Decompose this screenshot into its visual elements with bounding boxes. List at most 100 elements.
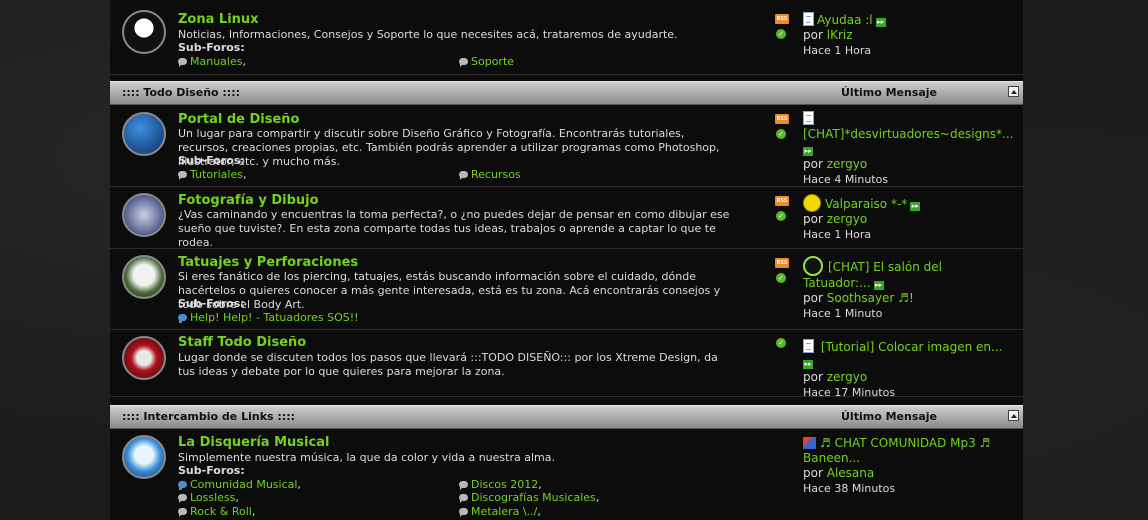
go-to-post-icon[interactable]: ▸▸ xyxy=(803,147,813,156)
document-icon xyxy=(803,111,814,125)
photoshop-icon[interactable] xyxy=(122,112,166,156)
last-post-user[interactable]: zergyo xyxy=(827,370,867,384)
speech-bubble-icon xyxy=(178,508,187,517)
subforum-link[interactable]: Metalera \../, xyxy=(459,505,541,518)
subforum-link[interactable]: Discografías Musicales, xyxy=(459,491,599,504)
last-post-user[interactable]: Alesana xyxy=(827,466,875,480)
last-post-title[interactable]: [CHAT] El salón del Tatuador:... xyxy=(803,260,942,290)
forum-title[interactable]: Fotografía y Dibujo xyxy=(178,193,319,208)
forum-row-tatuajes: Tatuajes y Perforaciones Si eres fanátic… xyxy=(110,249,1023,330)
rss-icon[interactable]: RSS xyxy=(775,258,789,268)
last-post: [CHAT] El salón del Tatuador:... ▸▸ por S… xyxy=(803,256,1013,321)
forum-row-portal-diseno: Portal de Diseño Un lugar para compartir… xyxy=(110,105,1023,187)
forum-title[interactable]: Tatuajes y Perforaciones xyxy=(178,255,358,270)
go-to-post-icon[interactable]: ▸▸ xyxy=(910,202,921,211)
last-post-user[interactable]: Soothsayer ♬! xyxy=(827,291,914,305)
last-post-column-label: Último Mensaje xyxy=(841,410,938,423)
speech-bubble-icon xyxy=(459,481,468,490)
music-note-icon[interactable] xyxy=(122,435,166,479)
checkmark-icon: ✓ xyxy=(776,129,786,139)
category-title[interactable]: :::: Todo Diseño :::: xyxy=(122,86,240,99)
forum-title[interactable]: Portal de Diseño xyxy=(178,112,299,127)
green-logo-icon xyxy=(803,256,823,276)
last-post-time: Hace 38 Minutos xyxy=(803,482,896,495)
forum-row-disqueria: La Disquería Musical Simplemente nuestra… xyxy=(110,429,1023,520)
last-post-title[interactable]: [CHAT]*desvirtuadores~designs*... xyxy=(803,127,1013,141)
subforums-label: Sub-Foros: xyxy=(178,41,245,54)
speech-bubble-icon xyxy=(178,494,187,503)
rss-icon[interactable]: RSS xyxy=(775,196,789,206)
category-header-todo-diseno: :::: Todo Diseño :::: Último Mensaje xyxy=(110,81,1023,105)
last-post-title[interactable]: Ayudaa :l xyxy=(817,13,873,27)
speech-bubble-icon xyxy=(459,58,468,67)
checkmark-icon: ✓ xyxy=(776,29,786,39)
forum-description: Simplemente nuestra música, la que da co… xyxy=(178,451,555,464)
forum-row-fotografia: Fotografía y Dibujo ¿Vas caminando y enc… xyxy=(110,187,1023,249)
subforum-link[interactable]: Recursos xyxy=(459,168,521,181)
subforum-link[interactable]: Discos 2012, xyxy=(459,478,542,491)
go-to-post-icon[interactable]: ▸▸ xyxy=(873,281,884,290)
speech-bubble-icon xyxy=(178,314,187,323)
collapse-icon[interactable] xyxy=(1008,410,1019,421)
last-post-user[interactable]: lKriz xyxy=(827,28,853,42)
subforum-link[interactable]: Rock & Roll, xyxy=(178,505,255,518)
rss-icon[interactable]: RSS xyxy=(775,14,789,24)
speech-bubble-icon xyxy=(459,171,468,180)
checkmark-icon: ✓ xyxy=(776,273,786,283)
last-post-time: Hace 4 Minutos xyxy=(803,173,889,186)
speech-bubble-icon xyxy=(459,508,468,517)
rss-icon[interactable]: RSS xyxy=(775,114,789,124)
last-post-title[interactable]: [Tutorial] Colocar imagen en... xyxy=(821,340,1003,354)
subforum-link[interactable]: Comunidad Musical, xyxy=(178,478,301,491)
document-icon xyxy=(803,12,814,26)
subforums-label: Sub-Foros: xyxy=(178,464,245,477)
last-post: [Tutorial] Colocar imagen en... ▸▸ por z… xyxy=(803,339,1013,400)
subforum-link[interactable]: Soporte xyxy=(459,55,514,68)
forum-description: Un lugar para compartir y discutir sobre… xyxy=(178,127,720,168)
forum-title[interactable]: Staff Todo Diseño xyxy=(178,335,306,350)
forum-description: Lugar donde se discuten todos los pasos … xyxy=(178,351,718,378)
last-post-title[interactable]: Valparaiso *-* xyxy=(825,197,907,211)
forum-description: ¿Vas caminando y encuentras la toma perf… xyxy=(178,208,730,249)
forum-title[interactable]: La Disquería Musical xyxy=(178,435,329,450)
last-post: ♬ CHAT COMUNIDAD Mp3 ♬ Baneen... por Ale… xyxy=(803,436,1013,496)
subforum-link[interactable]: Lossless, xyxy=(178,491,239,504)
tattoo-character-icon[interactable] xyxy=(122,255,166,299)
last-post: Valparaiso *-* ▸▸ por zergyo Hace 1 Hora xyxy=(803,194,1013,242)
staff-helmet-icon[interactable] xyxy=(122,336,166,380)
forum-description: Si eres fanático de los piercing, tatuaj… xyxy=(178,270,721,311)
last-post-column-label: Último Mensaje xyxy=(841,86,938,99)
speech-bubble-icon xyxy=(459,494,468,503)
last-post: Ayudaa :l ▸▸ por lKriz Hace 1 Hora xyxy=(803,12,1013,58)
category-title[interactable]: :::: Intercambio de Links :::: xyxy=(122,410,295,423)
subforum-link[interactable]: Help! Help! - Tatuadores SOS!! xyxy=(178,311,359,324)
speech-bubble-icon xyxy=(178,171,187,180)
forum-row-zona-linux: Zona Linux Noticias, Informaciones, Cons… xyxy=(110,0,1023,75)
last-post: [CHAT]*desvirtuadores~designs*... ▸▸ por… xyxy=(803,111,1013,187)
forum-title[interactable]: Zona Linux xyxy=(178,12,259,27)
speech-bubble-icon xyxy=(178,58,187,67)
go-to-post-icon[interactable]: ▸▸ xyxy=(803,360,813,369)
checkmark-icon: ✓ xyxy=(776,211,786,221)
subforums-label: Sub-Foros: xyxy=(178,154,245,167)
subforums-label: Sub-Foros: xyxy=(178,297,245,310)
forum-row-staff: Staff Todo Diseño Lugar donde se discute… xyxy=(110,330,1023,400)
last-post-time: Hace 17 Minutos xyxy=(803,386,896,399)
document-icon xyxy=(803,339,814,353)
forum-list: Zona Linux Noticias, Informaciones, Cons… xyxy=(110,0,1023,520)
camera-character-icon[interactable] xyxy=(122,193,166,237)
collapse-icon[interactable] xyxy=(1008,86,1019,97)
smiley-icon xyxy=(803,194,821,212)
last-post-user[interactable]: zergyo xyxy=(827,157,867,171)
subforum-link[interactable]: Manuales, xyxy=(178,55,246,68)
last-post-time: Hace 1 Minuto xyxy=(803,307,883,320)
go-to-post-icon[interactable]: ▸▸ xyxy=(875,18,886,27)
speech-bubble-icon xyxy=(178,481,187,490)
last-post-time: Hace 1 Hora xyxy=(803,228,872,241)
linux-penguin-icon[interactable] xyxy=(122,10,166,54)
last-post-title[interactable]: ♬ CHAT COMUNIDAD Mp3 ♬ Baneen... xyxy=(803,436,990,465)
subforum-link[interactable]: Tutoriales, xyxy=(178,168,246,181)
last-post-user[interactable]: zergyo xyxy=(827,212,867,226)
last-post-time: Hace 1 Hora xyxy=(803,44,872,57)
forum-description: Noticias, Informaciones, Consejos y Sopo… xyxy=(178,28,678,41)
